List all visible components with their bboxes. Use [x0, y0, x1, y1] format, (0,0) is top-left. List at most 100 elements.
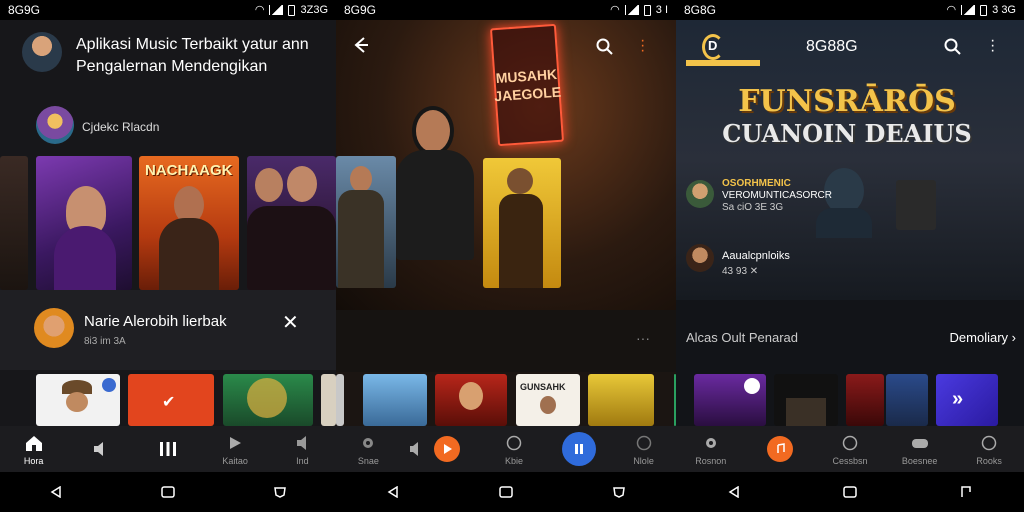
- home-square-icon[interactable]: [498, 484, 514, 500]
- album-card[interactable]: [694, 374, 766, 426]
- album-card[interactable]: [321, 374, 336, 426]
- screen-home: 8G9G ◠ 3Z3G Aplikasi Music Terbaikt yatu…: [0, 0, 336, 512]
- play-icon: [225, 433, 245, 453]
- nav-home-label: Hora: [23, 455, 44, 466]
- album-card[interactable]: [886, 374, 928, 426]
- nav-controller[interactable]: Boesnee: [893, 433, 947, 466]
- pause-button[interactable]: [561, 432, 596, 466]
- album-card[interactable]: [336, 374, 344, 426]
- section-action[interactable]: Demoliary ›: [950, 330, 1016, 345]
- card-avatar[interactable]: [686, 244, 714, 272]
- battery-level: 3 3G: [992, 4, 1016, 16]
- system-nav-bar: [336, 472, 676, 512]
- back-triangle-icon[interactable]: [726, 484, 742, 500]
- singer-figure: [396, 110, 474, 260]
- home-square-icon[interactable]: [160, 484, 176, 500]
- back-arrow-icon[interactable]: [352, 36, 370, 59]
- album-card[interactable]: [363, 374, 427, 426]
- battery-icon: [288, 4, 296, 16]
- album-card[interactable]: [0, 156, 28, 290]
- nav-speaker[interactable]: [74, 439, 128, 459]
- status-icons: ◠ 3 I: [610, 0, 668, 20]
- nav-circle-label: Nlole: [633, 455, 654, 466]
- nav-pause[interactable]: [141, 439, 195, 459]
- screen-featured: 8G8G ◠ 3 3G D 8G88G · · · FUNSRĀRŌS CUANOI…: [676, 0, 1024, 512]
- pause-bars-icon: [158, 439, 178, 459]
- more-horiz-icon[interactable]: ···: [636, 330, 650, 346]
- section-action-label: Demoliary: [949, 330, 1009, 345]
- nav-circle-2-label: Rooks: [976, 455, 1002, 466]
- nav-speaker[interactable]: [406, 436, 476, 462]
- status-time: 8G8G: [684, 3, 717, 17]
- back-triangle-icon[interactable]: [48, 484, 64, 500]
- album-card[interactable]: [435, 374, 507, 426]
- close-icon[interactable]: ✕: [282, 310, 299, 335]
- nav-speaker-2[interactable]: Ind: [275, 433, 329, 466]
- nav-circle-label: Cessbsn: [832, 455, 868, 466]
- gear-icon: [701, 433, 721, 453]
- album-card[interactable]: [247, 156, 336, 290]
- nav-pause[interactable]: [552, 432, 606, 466]
- battery-icon: [643, 4, 651, 16]
- search-icon[interactable]: [596, 38, 614, 61]
- nav-circle[interactable]: Cessbsn: [823, 433, 877, 466]
- album-title: GUNSAHK: [520, 382, 566, 392]
- nav-home[interactable]: Hora: [7, 433, 61, 466]
- circle-icon: [979, 433, 999, 453]
- album-card[interactable]: »: [936, 374, 998, 426]
- wifi-icon: ◠: [946, 4, 957, 16]
- album-card[interactable]: [223, 374, 313, 426]
- nav-play[interactable]: Kaitao: [208, 433, 262, 466]
- album-card[interactable]: [36, 156, 132, 290]
- nav-music[interactable]: [753, 436, 807, 462]
- album-card[interactable]: [483, 158, 561, 288]
- album-card[interactable]: ✔: [128, 374, 214, 426]
- back-triangle-icon[interactable]: [385, 484, 401, 500]
- nav-circle-2[interactable]: Rooks: [962, 433, 1016, 466]
- circle-icon: [634, 433, 654, 453]
- album-card[interactable]: [588, 374, 654, 426]
- home-square-icon[interactable]: [842, 484, 858, 500]
- more-vert-icon[interactable]: · · ·: [640, 33, 645, 59]
- track-meta: 8i3 im 3A: [84, 336, 126, 347]
- nav-settings[interactable]: Rosnon: [684, 433, 738, 466]
- hero-title-line2: CUANOIN DEAIUS: [722, 119, 972, 148]
- status-time: 8G9G: [8, 3, 41, 17]
- album-card[interactable]: NACHAAGK: [139, 156, 239, 290]
- track-avatar: [34, 308, 74, 348]
- speaker-icon: [406, 439, 426, 459]
- artist-name[interactable]: Cjdekc Rlacdn: [82, 120, 159, 134]
- battery-level: 3Z3G: [300, 4, 328, 16]
- recents-icon[interactable]: [958, 484, 974, 500]
- album-card[interactable]: GUNSAHK: [516, 374, 580, 426]
- album-card[interactable]: [36, 374, 120, 426]
- nav-settings-label: Snae: [357, 455, 379, 466]
- status-icons: ◠ 3 3G: [947, 0, 1016, 20]
- nav-disc[interactable]: Kbie: [487, 433, 541, 466]
- hero-title: FUNSRĀRŌS CUANOIN DEAIUS: [712, 86, 982, 150]
- album-card[interactable]: [846, 374, 884, 426]
- artist-avatar[interactable]: [36, 106, 74, 144]
- track-title: Narie Alerobih lierbak: [84, 313, 227, 330]
- featured-card[interactable]: Aaualcpnloiks 43 93 ✕: [722, 250, 842, 278]
- nav-settings[interactable]: Snae: [341, 433, 395, 466]
- app-logo[interactable]: D: [686, 34, 760, 68]
- bottom-nav: Rosnon Cessbsn Boesnee Rooks: [676, 426, 1024, 472]
- recents-icon[interactable]: [611, 484, 627, 500]
- user-avatar[interactable]: [22, 32, 62, 72]
- featured-card[interactable]: OSORHMENIC VEROMUNTICASORCR Sa ciO 3E 3G: [722, 178, 842, 214]
- recents-icon[interactable]: [272, 484, 288, 500]
- section-header: Alcas Oult Penarad Demoliary ›: [686, 330, 1016, 345]
- play-button[interactable]: [434, 436, 461, 462]
- album-card[interactable]: [336, 156, 396, 288]
- card-title: OSORHMENIC: [722, 178, 791, 189]
- album-card[interactable]: [774, 374, 838, 426]
- nav-circle[interactable]: Nlole: [617, 433, 671, 466]
- card-avatar[interactable]: [686, 180, 714, 208]
- search-icon[interactable]: [944, 38, 962, 61]
- music-icon[interactable]: [767, 436, 794, 462]
- nav-settings-label: Rosnon: [695, 455, 727, 466]
- more-vert-icon[interactable]: · · ·: [990, 33, 995, 59]
- controller-icon: [910, 433, 930, 453]
- hero-title-line1: FUNSRĀRŌS: [738, 84, 956, 119]
